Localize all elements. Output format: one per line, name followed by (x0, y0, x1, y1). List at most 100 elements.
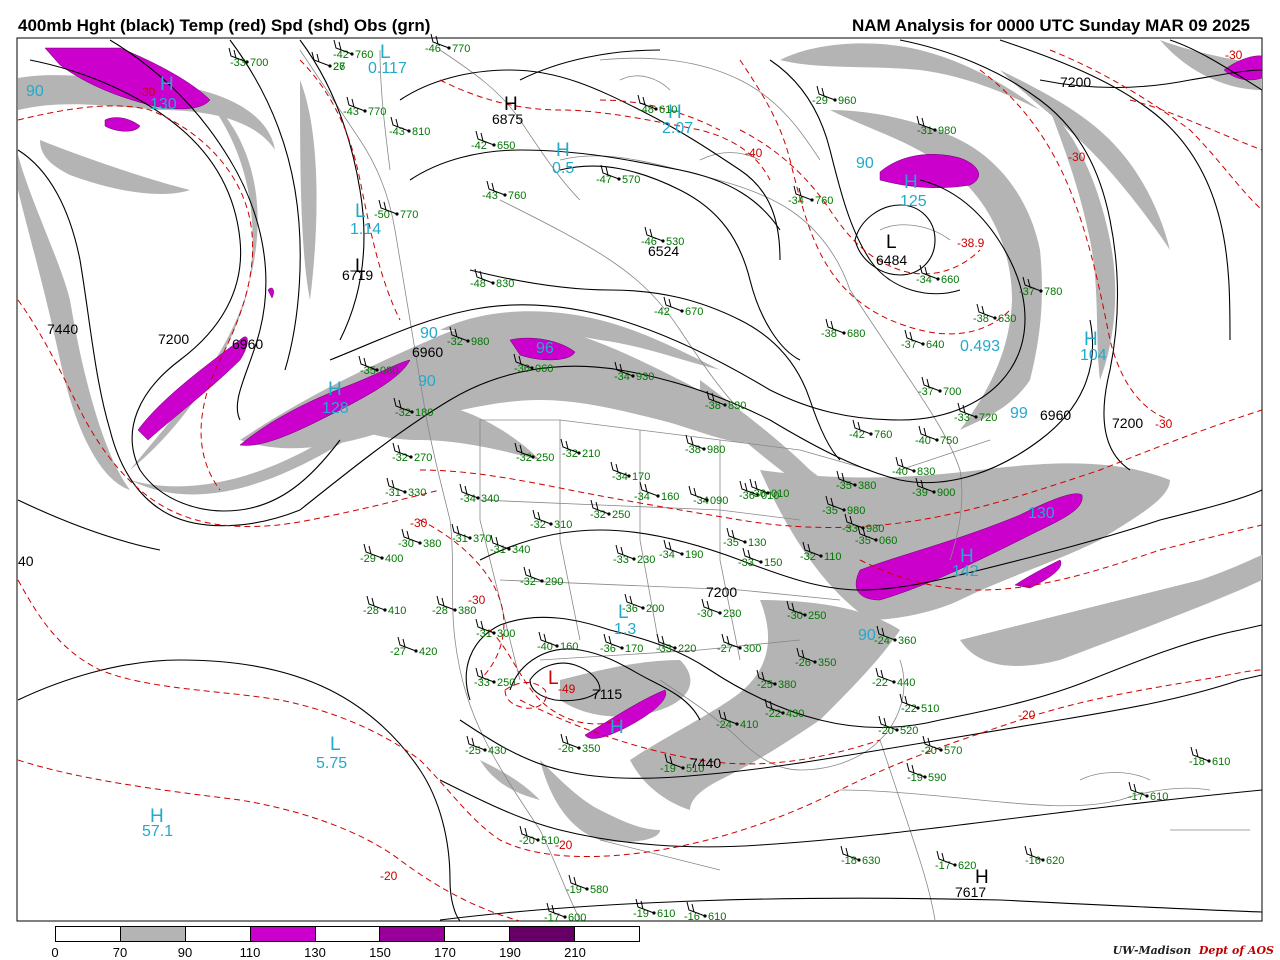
height-label: 6484 (876, 252, 907, 268)
obs-temperature: -26 (795, 657, 811, 669)
obs-temperature: -19 (907, 772, 923, 784)
obs-height: 350 (582, 743, 600, 755)
speed-label: 1.3 (614, 621, 636, 638)
obs-height: 570 (944, 745, 962, 757)
legend-label: 90 (177, 945, 193, 960)
obs-height: 380 (858, 480, 876, 492)
center-low: L (886, 232, 897, 253)
obs-temperature: -32 (392, 452, 408, 464)
obs-height: 150 (764, 557, 782, 569)
obs-height: 610 (659, 104, 677, 116)
obs-height: 430 (786, 708, 804, 720)
height-label: 6960 (1040, 407, 1071, 423)
obs-height: 530 (666, 236, 684, 248)
obs-height: 190 (685, 549, 703, 561)
obs-height: 250 (536, 452, 554, 464)
obs-height: 220 (678, 643, 696, 655)
height-label: 7200 (1060, 74, 1091, 90)
height-label: 7200 (1112, 415, 1143, 431)
legend-swatch (380, 927, 446, 941)
obs-height: 610 (1212, 756, 1230, 768)
obs-height: 760 (815, 195, 833, 207)
obs-temperature: -38 (685, 444, 701, 456)
obs-temperature: -30 (787, 610, 803, 622)
speed-label: 130 (1028, 505, 1055, 522)
obs-temperature: -33 (656, 643, 672, 655)
obs-height: 290 (545, 576, 563, 588)
obs-temperature: -18 (1189, 756, 1205, 768)
temp-label: -40 (745, 146, 763, 160)
temp-label: -30 (1155, 417, 1173, 431)
obs-height: 090 (710, 495, 728, 507)
legend-label: 170 (434, 945, 456, 960)
obs-height: 760 (508, 190, 526, 202)
obs-height: 170 (632, 471, 650, 483)
legend-swatch (250, 927, 316, 941)
obs-temperature: -40 (537, 641, 553, 653)
obs-height: 160 (560, 641, 578, 653)
obs-height: 010 (771, 488, 789, 500)
obs-height: 410 (740, 719, 758, 731)
obs-temperature: -42 (654, 306, 670, 318)
legend-swatch (315, 927, 381, 941)
legend-label: 190 (499, 945, 521, 960)
obs-temperature: -33 (474, 677, 490, 689)
obs-height: 930 (636, 371, 654, 383)
obs-height: 620 (1046, 855, 1064, 867)
center-high: H (960, 546, 974, 567)
obs-height: 110 (824, 551, 842, 563)
center-high: H (160, 74, 174, 95)
obs-height: 830 (496, 278, 514, 290)
obs-height: 160 (661, 491, 679, 503)
obs-height: 380 (778, 679, 796, 691)
obs-temperature: -38 (705, 400, 721, 412)
obs-temperature: -25 (757, 679, 773, 691)
obs-height: 270 (414, 452, 432, 464)
obs-height: 300 (497, 628, 515, 640)
obs-temperature: -48 (638, 104, 654, 116)
speed-label: 128 (322, 400, 349, 417)
obs-temperature: -31 (490, 544, 506, 556)
center-high: H (150, 806, 164, 827)
obs-height: 700 (250, 57, 268, 69)
obs-height: 330 (408, 487, 426, 499)
speed-label: 0.493 (960, 338, 1000, 355)
credit-org: UW-Madison (1112, 944, 1192, 957)
legend-label: 0 (51, 945, 59, 960)
obs-temperature: -34 (614, 371, 630, 383)
obs-height: 960 (838, 95, 856, 107)
obs-temperature: -27 (390, 646, 406, 658)
height-label: 7440 (47, 321, 78, 337)
speed-label: 125 (900, 193, 927, 210)
obs-height: 060 (535, 363, 553, 375)
speed-label: 99 (1010, 405, 1028, 422)
obs-height: 380 (423, 538, 441, 550)
speed-color-legend (55, 926, 640, 942)
obs-height: 360 (898, 635, 916, 647)
obs-height: 610 (1150, 791, 1168, 803)
obs-temperature: -16 (1025, 855, 1041, 867)
obs-temperature: -36 (750, 488, 766, 500)
center-low: L (355, 201, 366, 222)
obs-height: 620 (958, 860, 976, 872)
obs-temperature: -31 (476, 628, 492, 640)
obs-height: 630 (862, 855, 880, 867)
obs-height: 310 (554, 519, 572, 531)
obs-height: 180 (415, 407, 433, 419)
obs-height: 980 (866, 523, 884, 535)
obs-temperature: -31 (917, 125, 933, 137)
obs-height: 900 (937, 487, 955, 499)
obs-temperature: -20 (519, 835, 535, 847)
obs-height: 770 (400, 209, 418, 221)
obs-temperature: -17 (935, 860, 951, 872)
legend-label: 150 (369, 945, 391, 960)
obs-height: 670 (685, 306, 703, 318)
height-label: 7200 (158, 331, 189, 347)
obs-temperature: -22 (765, 708, 781, 720)
obs-temperature: -31 (385, 487, 401, 499)
legend-swatch (120, 927, 186, 941)
temp-label: -38.9 (957, 236, 985, 250)
obs-height: 830 (917, 466, 935, 478)
credit-dept: Dept of AOS (1198, 944, 1274, 957)
obs-height: 810 (412, 126, 430, 138)
